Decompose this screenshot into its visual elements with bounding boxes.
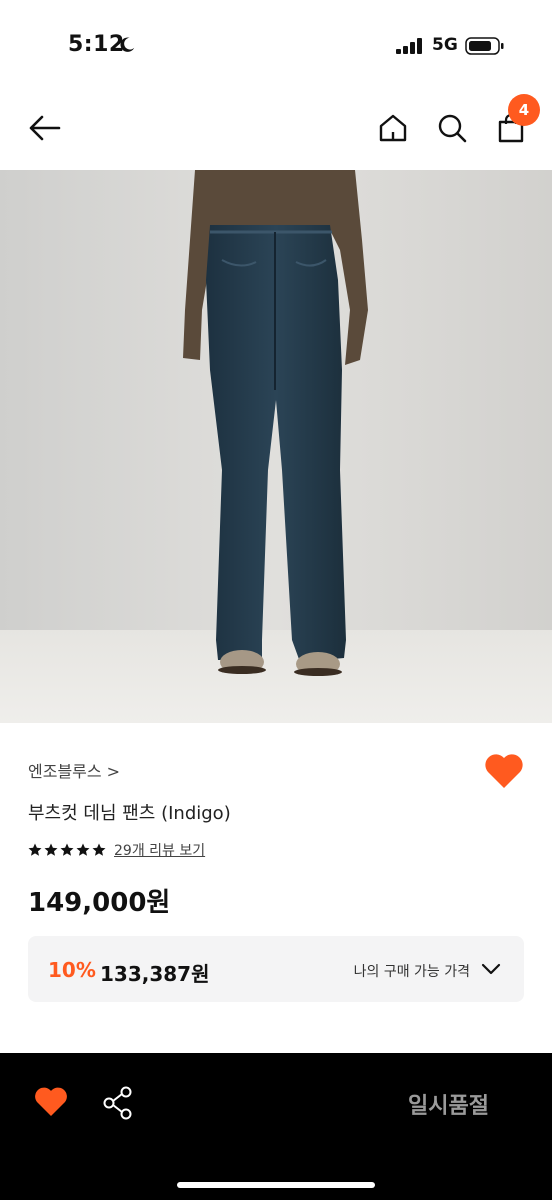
brand-link[interactable]: 엔조블루스 > [28,758,120,782]
share-icon[interactable] [102,1086,134,1120]
my-purchase-price-label: 나의 구매 가능 가격 [353,964,470,980]
battery-icon [465,37,504,55]
product-image[interactable] [0,170,552,723]
sold-out-button[interactable]: 일시품절 [408,1088,489,1120]
star-icon [92,843,106,856]
wishlist-heart-icon[interactable] [484,752,524,790]
top-nav [0,98,552,160]
star-icon [28,843,42,856]
moon-icon [120,37,135,52]
home-button[interactable] [375,110,411,146]
product-price: 149,000원 [28,888,171,918]
star-icon [76,843,90,856]
search-button[interactable] [434,110,470,146]
review-link[interactable]: 29개 리뷰 보기 [114,840,205,860]
network-type: 5G [432,35,458,55]
home-indicator [177,1182,375,1188]
search-icon [438,114,467,143]
rating-row: 29개 리뷰 보기 [28,840,205,860]
chevron-down-icon [481,963,501,975]
brand-name: 엔조블루스 > [28,762,121,781]
back-arrow-icon [29,115,61,141]
product-name: 부츠컷 데님 팬츠 (Indigo) [28,803,231,824]
bottom-action-bar [0,1053,552,1200]
status-bar: 5:12 5G [0,0,552,90]
status-time: 5:12 [68,32,125,57]
star-icon [44,843,58,856]
discount-rate: 10% [48,958,96,982]
discount-price-box[interactable]: 10% 133,387원 나의 구매 가능 가격 [28,936,524,1002]
cart-count-badge: 4 [508,94,540,126]
home-icon [379,114,407,142]
back-button[interactable] [26,110,62,146]
wishlist-heart-icon[interactable] [34,1086,68,1118]
product-photo [0,170,552,723]
signal-icon [396,38,422,54]
discount-price: 133,387원 [100,962,210,986]
star-icon [60,843,74,856]
